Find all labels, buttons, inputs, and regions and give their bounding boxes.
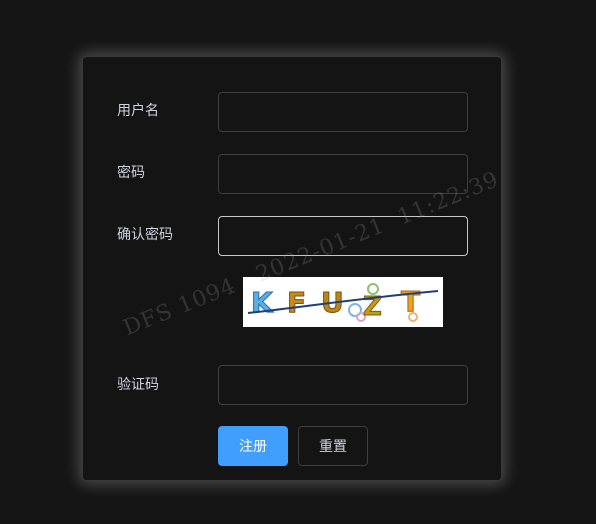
reset-button[interactable]: 重置 [298,426,368,466]
captcha-image[interactable]: K F U Z T [243,277,443,327]
confirm-password-label: 确认密码 [117,227,173,243]
password-input[interactable] [218,154,468,194]
confirm-password-input[interactable] [218,216,468,256]
svg-text:F: F [287,286,306,319]
svg-text:K: K [251,286,274,319]
username-label: 用户名 [117,103,159,119]
username-input[interactable] [218,92,468,132]
svg-text:T: T [401,285,420,318]
password-label: 密码 [117,165,145,181]
captcha-graphic: K F U Z T [243,277,443,327]
register-card: 用户名 密码 确认密码 K F U Z T 验证码 注册 重置 [82,56,502,481]
captcha-input[interactable] [218,365,468,405]
captcha-label: 验证码 [117,377,159,393]
register-button[interactable]: 注册 [218,426,288,466]
